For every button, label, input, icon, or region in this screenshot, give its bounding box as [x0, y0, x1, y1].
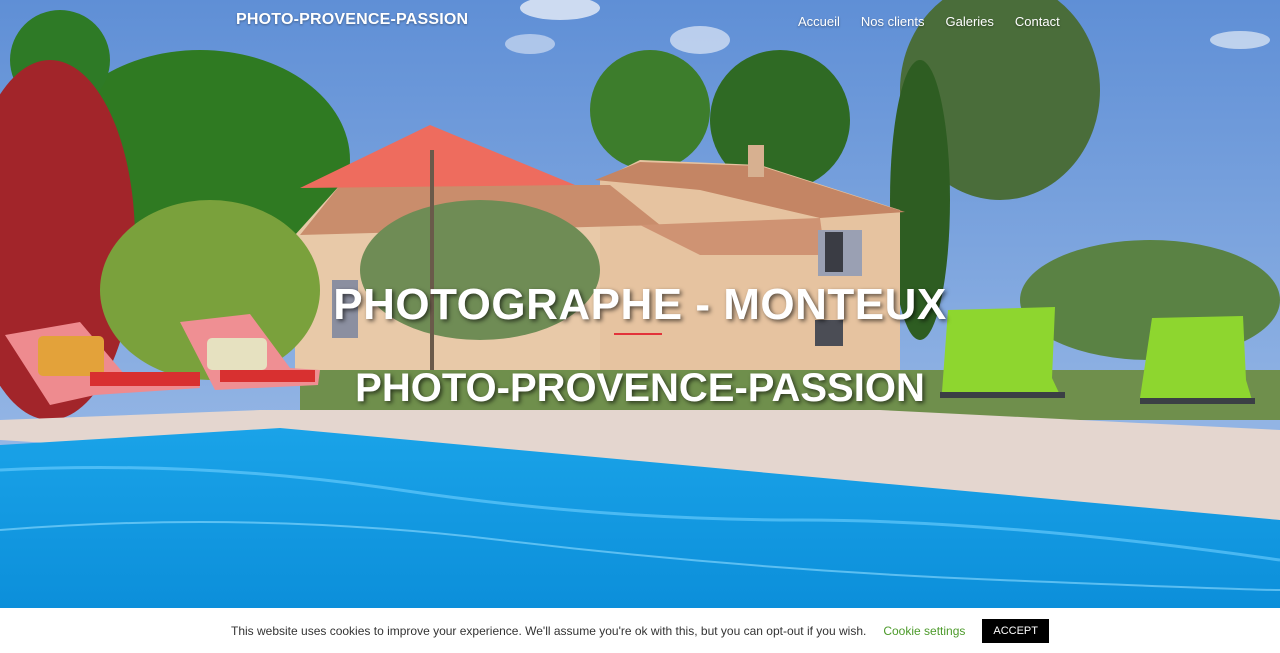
hero-banner: PHOTO-PROVENCE-PASSION Accueil Nos clien…	[0, 0, 1280, 608]
cookie-consent-bar: This website uses cookies to improve you…	[0, 608, 1280, 653]
nav-item-nos-clients[interactable]: Nos clients	[861, 14, 925, 29]
site-title-link[interactable]: PHOTO-PROVENCE-PASSION	[236, 11, 468, 29]
hero-title: PHOTOGRAPHE - MONTEUX	[333, 280, 947, 329]
nav-item-contact[interactable]: Contact	[1015, 14, 1060, 29]
main-nav: Accueil Nos clients Galeries Contact	[798, 14, 1081, 29]
hero-divider	[614, 333, 662, 335]
accept-cookies-button[interactable]: ACCEPT	[982, 618, 1049, 643]
hero-subtitle: PHOTO-PROVENCE-PASSION	[355, 366, 925, 410]
cookie-settings-link[interactable]: Cookie settings	[883, 624, 965, 638]
nav-item-accueil[interactable]: Accueil	[798, 14, 840, 29]
nav-item-galeries[interactable]: Galeries	[946, 14, 994, 29]
cookie-message: This website uses cookies to improve you…	[231, 623, 867, 638]
